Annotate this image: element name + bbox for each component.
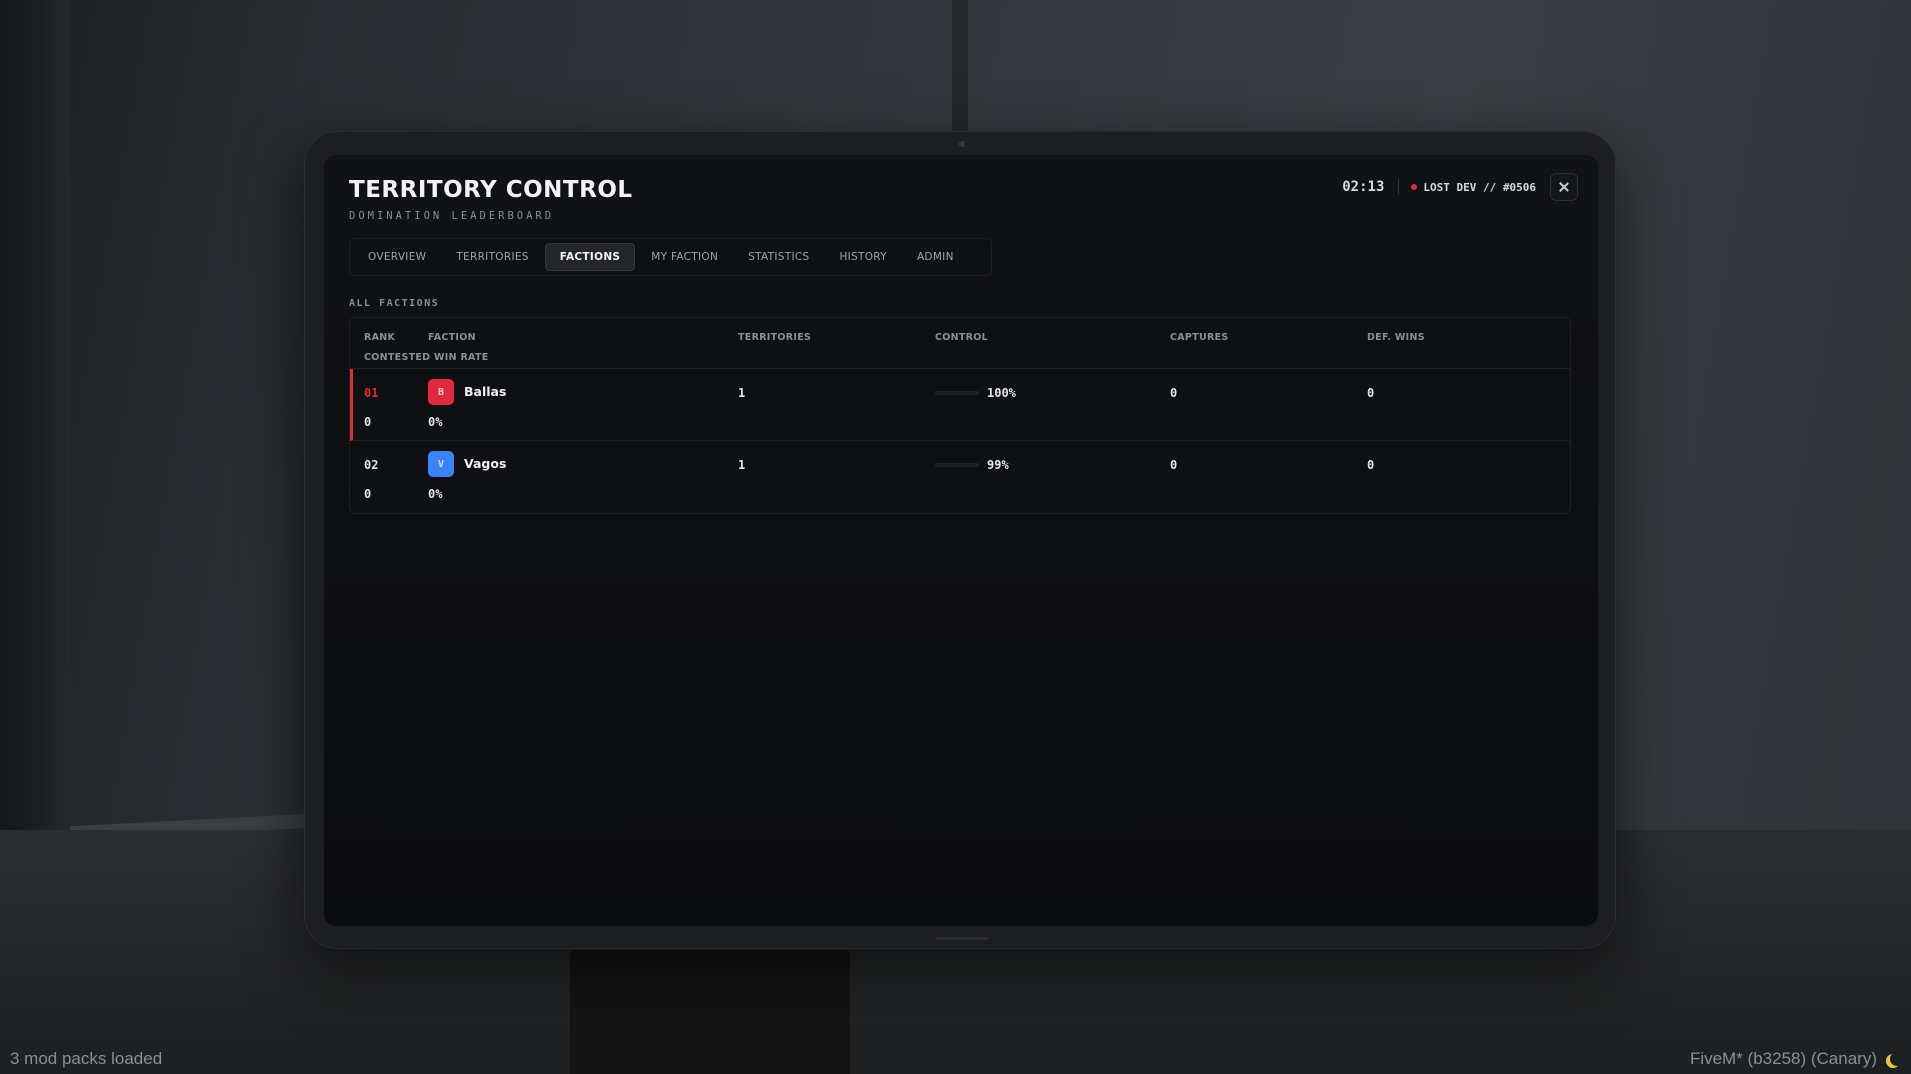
captures-cell: 0 (1170, 458, 1178, 472)
tab-statistics[interactable]: STATISTICS (734, 243, 823, 271)
def-wins-cell: 0 (1367, 386, 1375, 400)
header-status: 02:13 LOST DEV // #0506 (1342, 173, 1578, 201)
table-row[interactable]: 02 V Vagos 1 99% 0 0 0 0% (350, 441, 1570, 513)
tablet-device: TERRITORY CONTROL DOMINATION LEADERBOARD… (304, 131, 1616, 949)
header-rank: RANK (364, 332, 396, 343)
tab-history[interactable]: HISTORY (825, 243, 900, 271)
contested-cell: 0 (364, 487, 372, 501)
tab-factions[interactable]: FACTIONS (544, 243, 636, 271)
header-captures: CAPTURES (1170, 332, 1229, 343)
page-subtitle: DOMINATION LEADERBOARD (349, 210, 555, 222)
header-contested-win-rate: CONTESTED WIN RATE (364, 352, 489, 363)
close-button[interactable] (1550, 173, 1578, 201)
faction-name: Ballas (464, 384, 507, 399)
territories-cell: 1 (738, 458, 746, 472)
contested-cell: 0 (364, 415, 372, 429)
table-header: RANK FACTION TERRITORIES CONTROL CAPTURE… (350, 318, 1570, 369)
control-bar (935, 463, 979, 467)
faction-badge: B (428, 379, 454, 405)
tab-bar: OVERVIEW TERRITORIES FACTIONS MY FACTION… (349, 238, 992, 276)
player-character (570, 950, 850, 1074)
win-rate-cell: 0% (428, 415, 443, 429)
faction-badge: V (428, 451, 454, 477)
tab-my-faction[interactable]: MY FACTION (637, 243, 732, 271)
header-faction: FACTION (428, 332, 476, 343)
captures-cell: 0 (1170, 386, 1178, 400)
camera-icon (959, 141, 965, 147)
faction-name: Vagos (464, 456, 507, 471)
tablet-screen: TERRITORY CONTROL DOMINATION LEADERBOARD… (324, 155, 1598, 926)
client-version-text: FiveM* (b3258) (Canary) (1689, 1049, 1877, 1068)
background-pillar (952, 0, 968, 140)
territories-cell: 1 (738, 386, 746, 400)
section-label: ALL FACTIONS (349, 298, 440, 309)
moon-icon (1890, 1052, 1904, 1066)
factions-table: RANK FACTION TERRITORIES CONTROL CAPTURE… (349, 317, 1571, 514)
header-control: CONTROL (935, 332, 989, 343)
rank-cell: 01 (364, 386, 379, 400)
rank-cell: 02 (364, 458, 379, 472)
table-row[interactable]: 01 B Ballas 1 100% 0 0 0 0% (350, 369, 1570, 441)
page-title: TERRITORY CONTROL (349, 177, 633, 203)
def-wins-cell: 0 (1367, 458, 1375, 472)
tab-territories[interactable]: TERRITORIES (442, 243, 542, 271)
client-version: FiveM* (b3258) (Canary) (1690, 1049, 1899, 1069)
control-bar (935, 391, 979, 395)
control-cell: 99% (987, 458, 1009, 472)
win-rate-cell: 0% (428, 487, 443, 501)
server-label: LOST DEV // #0506 (1423, 180, 1536, 194)
status-dot-icon (1411, 184, 1418, 190)
divider (1398, 179, 1400, 195)
clock: 02:13 (1342, 179, 1385, 195)
header-def-wins: DEF. WINS (1367, 332, 1425, 343)
close-icon (1559, 182, 1569, 192)
control-cell: 100% (987, 386, 1016, 400)
tab-admin[interactable]: ADMIN (903, 243, 968, 271)
mods-loaded-text: 3 mod packs loaded (10, 1049, 163, 1068)
header-territories: TERRITORIES (738, 332, 812, 343)
tab-overview[interactable]: OVERVIEW (354, 243, 440, 271)
tablet-grip (935, 937, 989, 940)
